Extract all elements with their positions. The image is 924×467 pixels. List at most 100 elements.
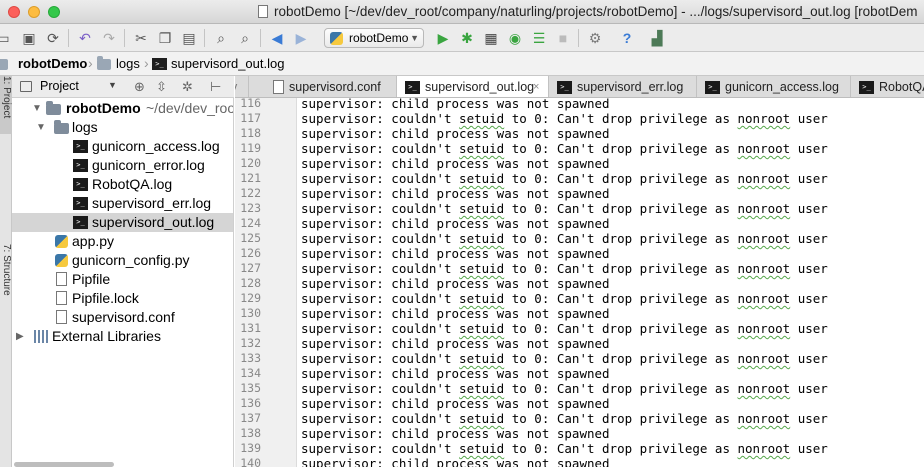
sync-icon[interactable]: ⟳ <box>44 29 62 47</box>
code-line[interactable]: 122 supervisor: child process was not spa… <box>235 186 924 201</box>
code-segment: user <box>790 411 828 426</box>
terminal-file-icon: >_ <box>73 197 88 210</box>
spelling-flagged-word: nonroot <box>737 291 791 306</box>
code-line[interactable]: 116 supervisor: child process was not spa… <box>235 98 924 111</box>
code-line[interactable]: 121 supervisor: couldn't setuid to 0: Can… <box>235 171 924 186</box>
save-icon[interactable]: ▣ <box>20 29 38 47</box>
gear-icon[interactable]: ✲ <box>182 79 193 95</box>
code-line[interactable]: 125 supervisor: couldn't setuid to 0: Can… <box>235 231 924 246</box>
tab-supervisord-err-log[interactable]: >_ supervisord_err.log <box>549 76 697 97</box>
line-number: 127 <box>240 261 261 275</box>
tree-item-file[interactable]: app.py <box>12 232 233 251</box>
code-segment: supervisor: couldn't <box>301 351 460 366</box>
redo-icon[interactable]: ↷ <box>100 29 118 47</box>
folder-open-icon[interactable]: ▭ <box>0 29 12 47</box>
tree-item-file[interactable]: >_ gunicorn_access.log <box>12 137 233 156</box>
stop-icon[interactable]: ■ <box>554 29 572 47</box>
cut-icon[interactable]: ✂ <box>132 29 150 47</box>
replace-icon[interactable]: ⌕ <box>236 29 254 47</box>
coverage-icon[interactable]: ▦ <box>482 29 500 47</box>
project-panel-title[interactable]: Project <box>40 79 79 93</box>
minimize-window-button[interactable] <box>28 6 40 18</box>
forward-icon[interactable]: ▶ <box>292 29 310 47</box>
code-segment: supervisor: couldn't <box>301 441 460 456</box>
tree-item-file[interactable]: >_ RobotQA.log <box>12 175 233 194</box>
maximize-window-button[interactable] <box>48 6 60 18</box>
hide-panel-icon[interactable]: ⊢ <box>210 79 221 95</box>
code-line[interactable]: 134 supervisor: child process was not spa… <box>235 366 924 381</box>
code-line[interactable]: 118 supervisor: child process was not spa… <box>235 126 924 141</box>
code-line[interactable]: 136 supervisor: child process was not spa… <box>235 396 924 411</box>
code-line[interactable]: 131 supervisor: couldn't setuid to 0: Can… <box>235 321 924 336</box>
chevron-down-icon[interactable]: ▼ <box>108 80 117 90</box>
breadcrumb-item-project[interactable]: robotDemo <box>18 56 87 71</box>
paste-icon[interactable]: ▤ <box>180 29 198 47</box>
code-segment: to 0: Can't drop privilege as <box>504 441 738 456</box>
tree-item-logs[interactable]: ▼ logs <box>12 118 233 137</box>
code-line[interactable]: 117 supervisor: couldn't setuid to 0: Can… <box>235 111 924 126</box>
collapse-all-icon[interactable]: ⇳ <box>156 79 167 95</box>
project-tool-button[interactable]: 1: Project <box>0 76 12 134</box>
code-line[interactable]: 133 supervisor: couldn't setuid to 0: Can… <box>235 351 924 366</box>
locate-file-icon[interactable]: ⊕ <box>134 79 145 95</box>
concurrency-icon[interactable]: ☰ <box>530 29 548 47</box>
code-line[interactable]: 119 supervisor: couldn't setuid to 0: Can… <box>235 141 924 156</box>
code-segment: user <box>790 441 828 456</box>
back-icon[interactable]: ◀ <box>268 29 286 47</box>
code-line[interactable]: 127 supervisor: couldn't setuid to 0: Can… <box>235 261 924 276</box>
tree-item-file[interactable]: Pipfile.lock <box>12 289 233 308</box>
help-icon[interactable]: ? <box>618 29 636 47</box>
run-configuration-select[interactable]: robotDemo ▼ <box>324 28 424 48</box>
code-line[interactable]: 139 supervisor: couldn't setuid to 0: Can… <box>235 441 924 456</box>
terminal-file-icon: >_ <box>73 140 88 153</box>
expand-arrow-icon[interactable]: ▼ <box>32 99 42 118</box>
debug-icon[interactable]: ✱ <box>458 29 476 47</box>
tree-item-file[interactable]: supervisord.conf <box>12 308 233 327</box>
code-line[interactable]: 123 supervisor: couldn't setuid to 0: Can… <box>235 201 924 216</box>
code-line[interactable]: 126 supervisor: child process was not spa… <box>235 246 924 261</box>
code-line[interactable]: 135 supervisor: couldn't setuid to 0: Can… <box>235 381 924 396</box>
code-line[interactable]: 140 supervisor: child process was not spa… <box>235 456 924 467</box>
expand-arrow-icon[interactable]: ▶ <box>16 327 24 346</box>
tree-item-file[interactable]: Pipfile <box>12 270 233 289</box>
code-line[interactable]: 132 supervisor: child process was not spa… <box>235 336 924 351</box>
horizontal-scrollbar[interactable] <box>14 462 114 467</box>
undo-icon[interactable]: ↶ <box>76 29 94 47</box>
find-icon[interactable]: ⌕ <box>212 29 230 47</box>
code-line[interactable]: 128 supervisor: child process was not spa… <box>235 276 924 291</box>
structure-tool-button[interactable]: 7: Structure <box>0 244 12 330</box>
profile-icon[interactable]: ◉ <box>506 29 524 47</box>
code-line[interactable]: 124 supervisor: child process was not spa… <box>235 216 924 231</box>
tree-item-file[interactable]: >_ gunicorn_error.log <box>12 156 233 175</box>
run-icon[interactable]: ▶ <box>434 29 452 47</box>
tab-supervisord-out-log[interactable]: >_ supervisord_out.log × <box>397 76 549 97</box>
terminal-file-icon: >_ <box>73 159 88 172</box>
tree-item-file-selected[interactable]: >_ supervisord_out.log <box>12 213 233 232</box>
tree-item-file[interactable]: gunicorn_config.py <box>12 251 233 270</box>
editor[interactable]: 116 supervisor: child process was not spa… <box>235 98 924 467</box>
breadcrumb-item-logs[interactable]: logs <box>116 56 140 71</box>
tab-partial[interactable]: y <box>235 76 249 97</box>
code-line[interactable]: 129 supervisor: couldn't setuid to 0: Can… <box>235 291 924 306</box>
code-line[interactable]: 130 supervisor: child process was not spa… <box>235 306 924 321</box>
breadcrumb-item-file[interactable]: supervisord_out.log <box>171 56 284 71</box>
spelling-flagged-word: setuid <box>459 381 505 396</box>
code-segment: supervisor: couldn't <box>301 291 460 306</box>
close-window-button[interactable] <box>8 6 20 18</box>
code-line[interactable]: 120 supervisor: child process was not spa… <box>235 156 924 171</box>
terminal-file-icon: >_ <box>152 58 167 70</box>
tab-gunicorn-access-log[interactable]: >_ gunicorn_access.log <box>697 76 851 97</box>
code-line[interactable]: 137 supervisor: couldn't setuid to 0: Can… <box>235 411 924 426</box>
tree-item-external-libraries[interactable]: ▶ External Libraries <box>12 327 233 346</box>
copy-icon[interactable]: ❐ <box>156 29 174 47</box>
tab-robotqa-log[interactable]: >_ RobotQA <box>851 76 924 97</box>
code-segment: supervisor: child process was not spawne… <box>301 396 610 411</box>
tab-supervisord-conf[interactable]: supervisord.conf <box>265 76 397 97</box>
expand-arrow-icon[interactable]: ▼ <box>36 118 46 137</box>
code-line[interactable]: 138 supervisor: child process was not spa… <box>235 426 924 441</box>
tree-item-file[interactable]: >_ supervisord_err.log <box>12 194 233 213</box>
close-tab-icon[interactable]: × <box>533 76 539 97</box>
terminal-icon[interactable]: ▟ <box>648 29 666 47</box>
tree-item-project-root[interactable]: ▼ robotDemo ~/dev/dev_root/c <box>12 99 233 118</box>
settings-icon[interactable]: ⚙ <box>586 29 604 47</box>
